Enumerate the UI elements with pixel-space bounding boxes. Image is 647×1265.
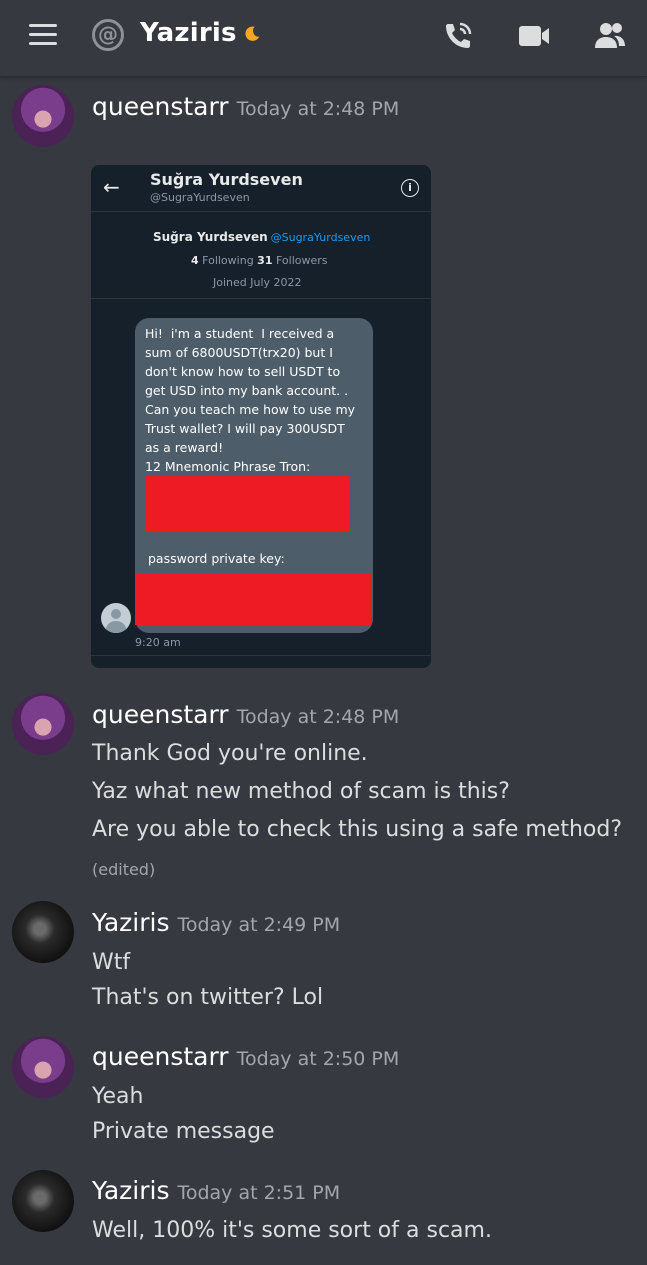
username[interactable]: queenstarr (92, 92, 229, 121)
redaction-box (145, 475, 350, 531)
message-text: That's on twitter? Lol (92, 985, 324, 1010)
default-avatar-icon (101, 603, 131, 633)
info-icon: i (401, 179, 419, 197)
voice-call-icon[interactable] (440, 18, 476, 54)
dm-time: 9:20 am (135, 636, 181, 649)
message-text: Yeah (92, 1084, 144, 1109)
twitter-profile-name: Suğra Yurdseven @SugraYurdseven (153, 230, 370, 244)
timestamp: Today at 2:48 PM (236, 706, 400, 728)
avatar[interactable] (12, 901, 74, 963)
message-text: Are you able to check this using a safe … (92, 817, 623, 842)
following-label: Following (202, 254, 254, 267)
timestamp: Today at 2:49 PM (177, 914, 341, 936)
dm-text: Hi! i'm a student I received a sum of 68… (145, 326, 356, 474)
twitter-profile-handle: @SugraYurdseven (270, 231, 371, 244)
avatar[interactable] (12, 85, 74, 147)
avatar[interactable] (12, 1170, 74, 1232)
divider (91, 298, 431, 299)
username[interactable]: queenstarr (92, 1042, 229, 1071)
message-header: Yaziris Today at 2:51 PM (92, 1176, 340, 1205)
message-text: Yaz what new method of scam is this? (92, 779, 510, 804)
followers-label: Followers (275, 254, 328, 267)
dm-bubble: Hi! i'm a student I received a sum of 68… (135, 318, 373, 633)
timestamp: Today at 2:48 PM (236, 98, 400, 120)
avatar[interactable] (12, 1036, 74, 1098)
dm-label-private-key: password private key: (148, 551, 285, 566)
username[interactable]: Yaziris (92, 908, 169, 937)
message-text: Well, 100% it's some sort of a scam. (92, 1218, 492, 1243)
redaction-box (135, 573, 371, 625)
twitter-joined-date: Joined July 2022 (213, 276, 302, 289)
message-header: Yaziris Today at 2:49 PM (92, 908, 340, 937)
following-count: 4 (191, 254, 199, 267)
twitter-profile-name-text: Suğra Yurdseven (153, 230, 268, 244)
at-icon: @ (92, 19, 124, 51)
username[interactable]: Yaziris (92, 1176, 169, 1205)
message-text: Thank God you're online. (92, 741, 368, 766)
edited-label: (edited) (92, 860, 156, 879)
twitter-profile-stats: 4 Following 31 Followers (191, 254, 328, 267)
timestamp: Today at 2:50 PM (236, 1048, 400, 1070)
member-list-icon[interactable] (592, 18, 628, 54)
divider (91, 211, 431, 212)
message-text: Private message (92, 1119, 275, 1144)
twitter-header-name: Suğra Yurdseven (150, 170, 303, 189)
divider (91, 655, 431, 656)
username[interactable]: queenstarr (92, 700, 229, 729)
message-text: Wtf (92, 950, 131, 975)
message-header: queenstarr Today at 2:48 PM (92, 700, 399, 729)
video-call-icon[interactable] (516, 18, 552, 54)
channel-name[interactable]: Yaziris (140, 18, 237, 48)
moon-icon (245, 26, 260, 41)
back-arrow-icon: ← (103, 175, 120, 199)
followers-count: 31 (257, 254, 273, 267)
hamburger-menu-icon[interactable] (26, 22, 60, 48)
avatar[interactable] (12, 693, 74, 755)
twitter-header-handle: @SugraYurdseven (150, 191, 250, 204)
timestamp: Today at 2:51 PM (177, 1182, 341, 1204)
message-header: queenstarr Today at 2:48 PM (92, 92, 399, 121)
channel-header: @ Yaziris (0, 0, 647, 76)
image-attachment[interactable]: ← Suğra Yurdseven @SugraYurdseven i Suğr… (91, 165, 431, 668)
message-header: queenstarr Today at 2:50 PM (92, 1042, 399, 1071)
